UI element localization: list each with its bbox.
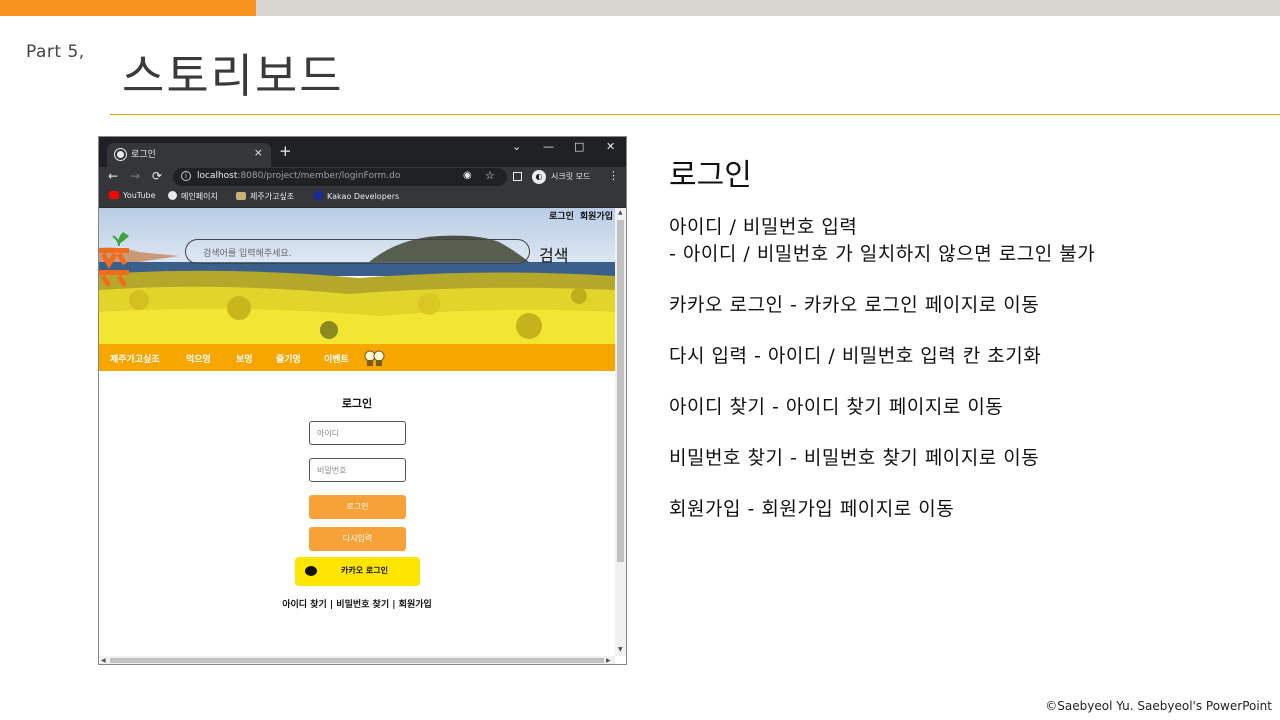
maximize-button[interactable]: □	[574, 140, 584, 153]
tab-login[interactable]: 로그인 ×	[107, 143, 271, 167]
login-title: 로그인	[341, 397, 373, 410]
id-input[interactable]: 아이디	[309, 421, 406, 445]
search-button[interactable]: 검색	[539, 242, 568, 266]
desc-line-1: 아이디 / 비밀번호 입력	[669, 216, 858, 238]
tab-close-icon[interactable]: ×	[254, 146, 263, 159]
hero-banner: 로그인 회원가입 검색어를 입력해주세요. 검색	[99, 208, 615, 344]
password-placeholder: 비밀번호	[317, 466, 347, 475]
new-tab-button[interactable]: +	[279, 144, 292, 159]
copyright-footer: ©Saebyeol Yu. Saebyeol's PowerPoint	[1045, 699, 1272, 713]
password-input[interactable]: 비밀번호	[309, 458, 406, 482]
browser-window: 로그인 × + ⌄ — □ ✕ ← → ⟳ i localhost:8080/p…	[98, 136, 627, 665]
image-icon	[236, 192, 246, 200]
youtube-icon	[109, 191, 119, 199]
url-text: localhost:8080/project/member/loginForm.…	[197, 171, 401, 181]
incognito-label[interactable]: 시크릿 모드	[551, 171, 590, 182]
id-placeholder: 아이디	[317, 429, 340, 438]
bookmark-kakao-developers[interactable]: Kakao Developers	[314, 191, 399, 201]
horizontal-scrollbar[interactable]: ◀ ▶	[99, 656, 615, 664]
scroll-right-icon[interactable]: ▶	[606, 657, 611, 664]
tab-search-dropdown-icon[interactable]: ⌄	[512, 140, 521, 153]
top-grey-bar	[256, 0, 1280, 16]
side-panel-icon[interactable]	[513, 172, 522, 181]
kakao-k-icon	[314, 191, 323, 200]
tracking-protection-icon[interactable]: ◉	[463, 170, 472, 181]
search-placeholder: 검색어를 입력해주세요.	[203, 249, 292, 259]
tab-title: 로그인	[131, 150, 156, 160]
title-divider	[110, 114, 1280, 115]
bookmark-youtube[interactable]: YouTube	[109, 191, 156, 200]
login-button[interactable]: 로그인	[309, 495, 406, 519]
desc-line-2: - 아이디 / 비밀번호 가 일치하지 않으면 로그인 불가	[669, 243, 1096, 265]
globe-icon	[168, 191, 177, 200]
minimize-button[interactable]: —	[543, 140, 554, 153]
hero-image	[99, 208, 615, 344]
scroll-down-icon[interactable]: ▼	[618, 646, 623, 653]
nav-item-jeju[interactable]: 제주가고싶조	[110, 352, 160, 365]
browser-menu-icon[interactable]: ⋮	[608, 169, 619, 182]
desc-line-7: 회원가입 - 회원가입 페이지로 이동	[669, 498, 955, 520]
mascot-icon	[364, 350, 385, 366]
site-nav: 제주가고싶조 먹으멍 보멍 즐기멍 이벤트	[99, 344, 615, 371]
bookmark-jeju[interactable]: 제주가고싶조	[236, 191, 294, 202]
top-auth-links: 로그인 회원가입	[543, 209, 613, 222]
desc-line-5: 아이디 찾기 - 아이디 찾기 페이지로 이동	[669, 396, 1004, 418]
desc-line-4: 다시 입력 - 아이디 / 비밀번호 입력 칸 초기화	[669, 345, 1042, 367]
vertical-scroll-thumb[interactable]	[617, 220, 624, 562]
site-logo[interactable]	[99, 230, 135, 290]
browser-toolbar: ← → ⟳ i localhost:8080/project/member/lo…	[99, 167, 626, 187]
forward-button[interactable]: →	[130, 169, 140, 183]
bookmarks-bar: YouTube 메인페이지 제주가고싶조 Kakao Developers	[99, 187, 626, 208]
top-login-link[interactable]: 로그인	[549, 212, 574, 222]
kakao-login-label: 카카오 로그인	[341, 566, 388, 575]
account-links[interactable]: 아이디 찾기 | 비밀번호 찾기 | 회원가입	[99, 597, 615, 610]
site-info-icon[interactable]: i	[181, 171, 191, 181]
nav-item-enjoy[interactable]: 즐기멍	[276, 352, 301, 365]
tab-strip: 로그인 × + ⌄ — □ ✕	[99, 137, 626, 167]
search-input[interactable]: 검색어를 입력해주세요.	[185, 239, 530, 264]
address-bar[interactable]: i localhost:8080/project/member/loginFor…	[173, 168, 507, 186]
kakao-login-button[interactable]: 카카오 로그인	[295, 557, 420, 586]
reload-button[interactable]: ⟳	[152, 169, 162, 183]
scroll-up-icon[interactable]: ▲	[618, 209, 623, 216]
top-accent-bar	[0, 0, 256, 16]
reset-button[interactable]: 다시입력	[309, 527, 406, 551]
desc-line-3: 카카오 로그인 - 카카오 로그인 페이지로 이동	[669, 294, 1040, 316]
slide-title: 스토리보드	[122, 49, 344, 103]
part-label: Part 5,	[26, 42, 85, 62]
vertical-scrollbar[interactable]: ▲ ▼	[615, 208, 626, 656]
section-heading: 로그인	[669, 158, 752, 193]
incognito-icon[interactable]: ◐	[532, 170, 546, 184]
slide: Part 5, 스토리보드 로그인 × + ⌄ — □ ✕ ← → ⟳ i lo…	[0, 0, 1280, 720]
nav-item-eat[interactable]: 먹으멍	[186, 352, 211, 365]
page-viewport: 로그인 회원가입 검색어를 입력해주세요. 검색 제주가고싶조 먹으멍 보멍 즐기…	[99, 208, 615, 656]
globe-icon	[115, 149, 126, 160]
back-button[interactable]: ←	[108, 169, 118, 183]
scroll-left-icon[interactable]: ◀	[101, 657, 106, 664]
nav-item-event[interactable]: 이벤트	[324, 352, 349, 365]
nav-item-see[interactable]: 보멍	[236, 352, 253, 365]
desc-line-6: 비밀번호 찾기 - 비밀번호 찾기 페이지로 이동	[669, 447, 1040, 469]
bookmark-star-icon[interactable]: ☆	[485, 169, 495, 182]
horizontal-scroll-thumb[interactable]	[110, 658, 604, 663]
close-window-button[interactable]: ✕	[606, 140, 615, 153]
bookmark-main-page[interactable]: 메인페이지	[168, 191, 218, 202]
top-signup-link[interactable]: 회원가입	[580, 212, 613, 222]
